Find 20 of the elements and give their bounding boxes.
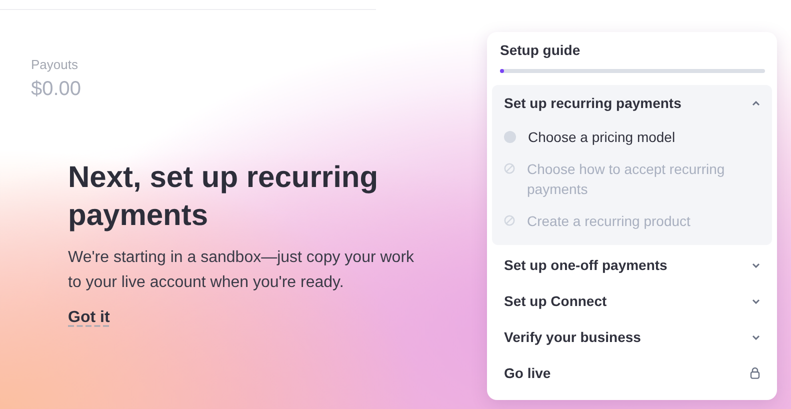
section-header[interactable]: Set up one-off payments: [492, 247, 772, 283]
chevron-down-icon: [752, 262, 760, 268]
section-header[interactable]: Set up recurring payments: [492, 85, 772, 121]
step-circle-icon: [504, 131, 516, 143]
chevron-down-icon: [752, 334, 760, 340]
section-header[interactable]: Set up Connect: [492, 283, 772, 319]
payouts-amount: $0.00: [31, 78, 82, 101]
chevron-down-icon: [752, 298, 760, 304]
section-header[interactable]: Go live: [492, 355, 772, 391]
section-header[interactable]: Verify your business: [492, 319, 772, 355]
setup-guide-title: Setup guide: [499, 42, 582, 58]
payouts-label: Payouts: [31, 57, 79, 72]
step-item[interactable]: Choose a pricing model: [492, 121, 772, 153]
hero-description: We're starting in a sandbox—just copy your work to your live account when you're ready.: [68, 248, 416, 293]
chevron-up-icon: [752, 100, 760, 106]
blocked-icon: [504, 215, 515, 226]
got-it-link[interactable]: Got it: [68, 309, 110, 327]
lock-icon: [750, 367, 760, 379]
hero-title: Next, set up recurring payments: [68, 160, 380, 234]
blocked-icon: [504, 163, 515, 174]
